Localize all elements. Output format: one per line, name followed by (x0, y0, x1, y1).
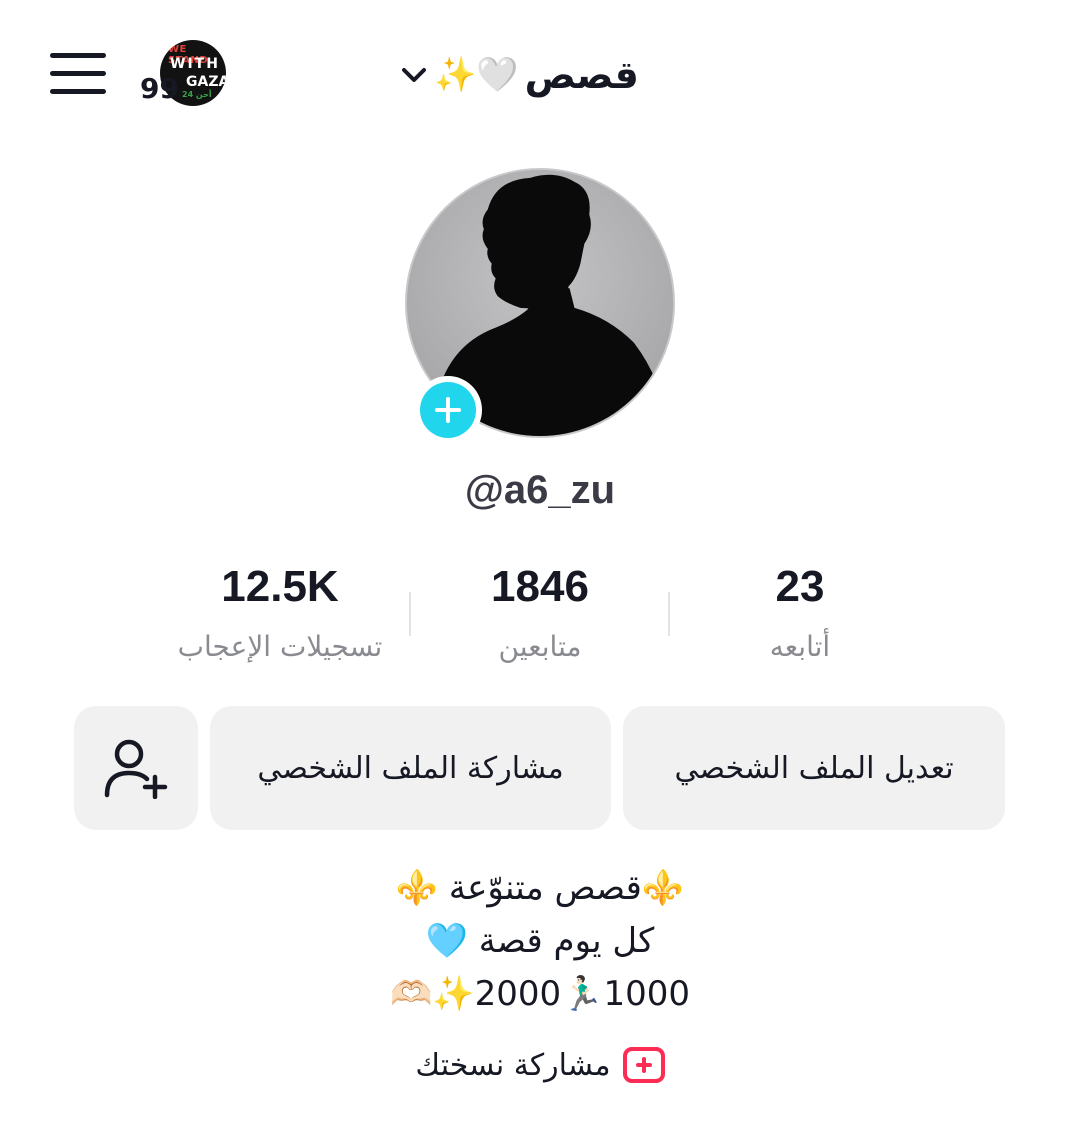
username: @a6_zu (464, 468, 616, 512)
profile-screen: WE STAND WITH GAZA أحن 24 99 ✨🤍 قصص @a6_… (0, 0, 1080, 1134)
stat-followers[interactable]: 1846 متابعين (410, 562, 670, 663)
stat-following[interactable]: 23 أتابعه (670, 562, 930, 663)
title-emoji: ✨🤍 (434, 55, 519, 95)
plus-icon (420, 382, 476, 438)
chevron-down-icon (402, 68, 426, 82)
bio-line: كل يوم قصة 🩵 (425, 921, 655, 961)
bio: ⚜️قصص متنوّعة ⚜️ كل يوم قصة 🩵 1000🏃🏻‍♂️2… (0, 862, 1080, 1021)
badge-caption: أحن 24 (182, 90, 212, 99)
edit-profile-label: تعديل الملف الشخصي (674, 750, 954, 786)
badge-text-bottom: GAZA (186, 74, 226, 90)
hamburger-menu-icon[interactable] (50, 53, 106, 95)
share-profile-button[interactable]: مشاركة الملف الشخصي (210, 706, 611, 830)
likes-count: 12.5K (221, 562, 339, 611)
following-count: 23 (775, 562, 825, 611)
account-title: قصص (524, 53, 639, 97)
edit-profile-button[interactable]: تعديل الملف الشخصي (623, 706, 1005, 830)
following-label: أتابعه (769, 630, 831, 663)
profile-badge[interactable]: WE STAND WITH GAZA أحن 24 99 (140, 40, 230, 112)
share-your-copy-label: مشاركة نسختك (415, 1047, 611, 1083)
add-friend-button[interactable] (74, 706, 198, 830)
add-friend-icon (104, 739, 168, 799)
bio-line: ⚜️قصص متنوّعة ⚜️ (395, 868, 685, 908)
stat-likes[interactable]: 12.5K تسجيلات الإعجاب (150, 562, 410, 663)
followers-count: 1846 (491, 562, 589, 611)
share-profile-label: مشاركة الملف الشخصي (257, 750, 564, 786)
likes-label: تسجيلات الإعجاب (177, 630, 383, 663)
followers-label: متابعين (498, 630, 582, 663)
badge-text-mid: WITH (170, 56, 220, 72)
add-story-button[interactable] (414, 376, 482, 444)
add-square-icon (622, 1047, 665, 1083)
bio-line: 1000🏃🏻‍♂️2000✨🫶🏻 (389, 974, 691, 1014)
account-switcher[interactable]: ✨🤍 قصص (400, 40, 690, 110)
share-your-copy-link[interactable]: مشاركة نسختك (400, 1040, 680, 1090)
badge-number: 99 (140, 72, 179, 105)
